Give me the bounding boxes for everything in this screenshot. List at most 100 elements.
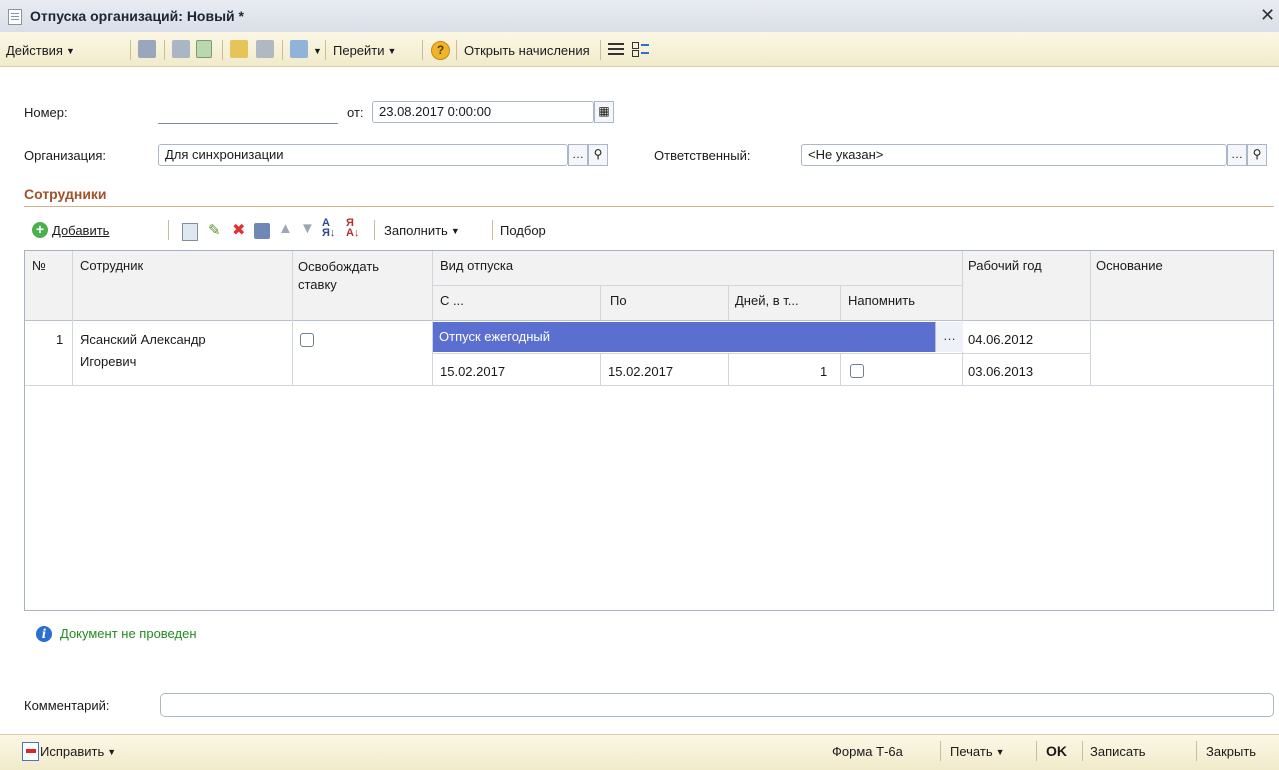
header-bottom-line [25, 320, 1273, 321]
goto-menu-button[interactable]: Перейти ▼ [333, 43, 396, 58]
col-header-from[interactable]: С ... [440, 293, 464, 308]
row-num: 1 [56, 332, 64, 347]
chevron-down-icon: ▼ [995, 747, 1005, 757]
checklist-icon[interactable] [632, 41, 649, 57]
responsible-label: Ответственный: [654, 148, 751, 163]
print-label: Печать [950, 744, 993, 759]
col-divider [1090, 251, 1091, 385]
structure-icon[interactable] [290, 40, 308, 58]
toolbar-separator [325, 40, 326, 60]
fix-label: Исправить [40, 744, 105, 759]
toolbar-separator [600, 40, 601, 60]
header-sub-line [432, 285, 962, 286]
col-header-vacation-type[interactable]: Вид отпуска [440, 258, 513, 273]
comment-label: Комментарий: [24, 698, 110, 713]
print-menu-button[interactable]: Печать ▼ [950, 744, 1005, 759]
new-document-icon[interactable] [196, 40, 212, 58]
row-employee-line1[interactable]: Ясанский Александр [80, 332, 206, 347]
delete-icon[interactable]: ✖ [232, 220, 245, 240]
col-divider [728, 286, 729, 320]
fill-menu-button[interactable]: Заполнить ▼ [384, 223, 460, 238]
toolbar-separator [422, 40, 423, 60]
row-to-date[interactable]: 15.02.2017 [608, 364, 673, 379]
number-field[interactable] [158, 105, 338, 124]
bottom-toolbar [0, 734, 1279, 770]
posting-image-icon[interactable] [172, 40, 190, 58]
actions-menu-button[interactable]: Действия ▼ [6, 43, 75, 58]
search-icon[interactable]: ⚲ [588, 144, 608, 166]
list-settings-icon[interactable] [608, 42, 624, 56]
post-document-icon[interactable] [138, 40, 156, 58]
toolbar-separator [492, 220, 493, 240]
sort-descending-icon[interactable]: Я А↓ [346, 218, 359, 239]
vacation-type-select-button[interactable]: … [935, 322, 963, 352]
edit-pencil-icon[interactable]: ✎ [208, 221, 221, 239]
document-journal-icon[interactable] [256, 40, 274, 58]
structure-dropdown[interactable]: ▼ [310, 43, 322, 58]
col-divider [292, 251, 293, 385]
toolbar-separator [1082, 741, 1083, 761]
add-icon[interactable]: + [32, 222, 48, 238]
toolbar-separator [456, 40, 457, 60]
close-icon[interactable]: ✕ [1260, 5, 1275, 26]
help-icon[interactable]: ? [431, 41, 450, 60]
col-divider [600, 286, 601, 320]
row-days[interactable]: 1 [820, 364, 827, 379]
row-employee-line2[interactable]: Игоревич [80, 354, 136, 369]
window-title: Отпуска организаций: Новый * [30, 8, 244, 24]
toolbar-separator [222, 40, 223, 60]
col-header-remind[interactable]: Напомнить [848, 293, 915, 308]
toolbar-separator [130, 40, 131, 60]
col-header-work-year[interactable]: Рабочий год [968, 258, 1042, 273]
copy-document-icon[interactable] [230, 40, 248, 58]
save-row-icon[interactable] [254, 223, 270, 239]
fix-menu-button[interactable]: Исправить ▼ [40, 744, 116, 759]
col-header-days[interactable]: Дней, в т... [735, 293, 799, 308]
col-divider [840, 286, 841, 320]
move-down-icon[interactable]: ▼ [300, 220, 315, 237]
col-divider [840, 354, 841, 385]
work-year-start[interactable]: 04.06.2012 [968, 332, 1033, 347]
ok-button[interactable]: OK [1046, 743, 1067, 759]
col-header-to[interactable]: По [610, 293, 627, 308]
organization-field[interactable]: Для синхронизации [158, 144, 568, 166]
col-header-num: № [32, 258, 46, 273]
save-button[interactable]: Записать [1090, 744, 1146, 759]
col-header-employee[interactable]: Сотрудник [80, 258, 143, 273]
organization-select-button[interactable]: … [568, 144, 588, 166]
date-field[interactable]: 23.08.2017 0:00:00 [372, 101, 594, 123]
row-from-date[interactable]: 15.02.2017 [440, 364, 505, 379]
fix-document-icon[interactable] [22, 742, 39, 761]
document-status-text: Документ не проведен [60, 626, 197, 641]
number-label: Номер: [24, 105, 68, 120]
comment-field[interactable] [160, 693, 1274, 717]
col-divider [962, 251, 963, 385]
col-header-release-rate[interactable]: Освобождать ставку [298, 258, 418, 294]
responsible-field[interactable]: <Не указан> [801, 144, 1227, 166]
move-up-icon[interactable]: ▲ [278, 220, 293, 237]
add-row-button[interactable]: Добавить [52, 223, 109, 238]
col-header-basis[interactable]: Основание [1096, 258, 1163, 273]
row-sub-line [432, 353, 1090, 354]
calendar-icon[interactable]: ▦ [594, 101, 614, 123]
chevron-down-icon: ▼ [65, 46, 75, 56]
release-rate-checkbox[interactable] [300, 333, 314, 347]
sort-ascending-icon[interactable]: А Я↓ [322, 218, 335, 239]
vacation-type-cell[interactable]: Отпуск ежегодный [433, 322, 935, 352]
selection-button[interactable]: Подбор [500, 223, 546, 238]
open-accruals-button[interactable]: Открыть начисления [464, 43, 590, 58]
search-icon[interactable]: ⚲ [1247, 144, 1267, 166]
toolbar-separator [940, 741, 941, 761]
section-divider [24, 206, 1274, 207]
remind-checkbox[interactable] [850, 364, 864, 378]
toolbar-separator [1196, 741, 1197, 761]
form-t6a-button[interactable]: Форма Т-6а [832, 744, 903, 759]
toolbar-separator [374, 220, 375, 240]
chevron-down-icon: ▼ [107, 747, 117, 757]
responsible-select-button[interactable]: … [1227, 144, 1247, 166]
copy-row-icon[interactable] [182, 223, 198, 241]
close-button[interactable]: Закрыть [1206, 744, 1256, 759]
toolbar-separator [282, 40, 283, 60]
work-year-end[interactable]: 03.06.2013 [968, 364, 1033, 379]
chevron-down-icon: ▼ [450, 226, 460, 236]
